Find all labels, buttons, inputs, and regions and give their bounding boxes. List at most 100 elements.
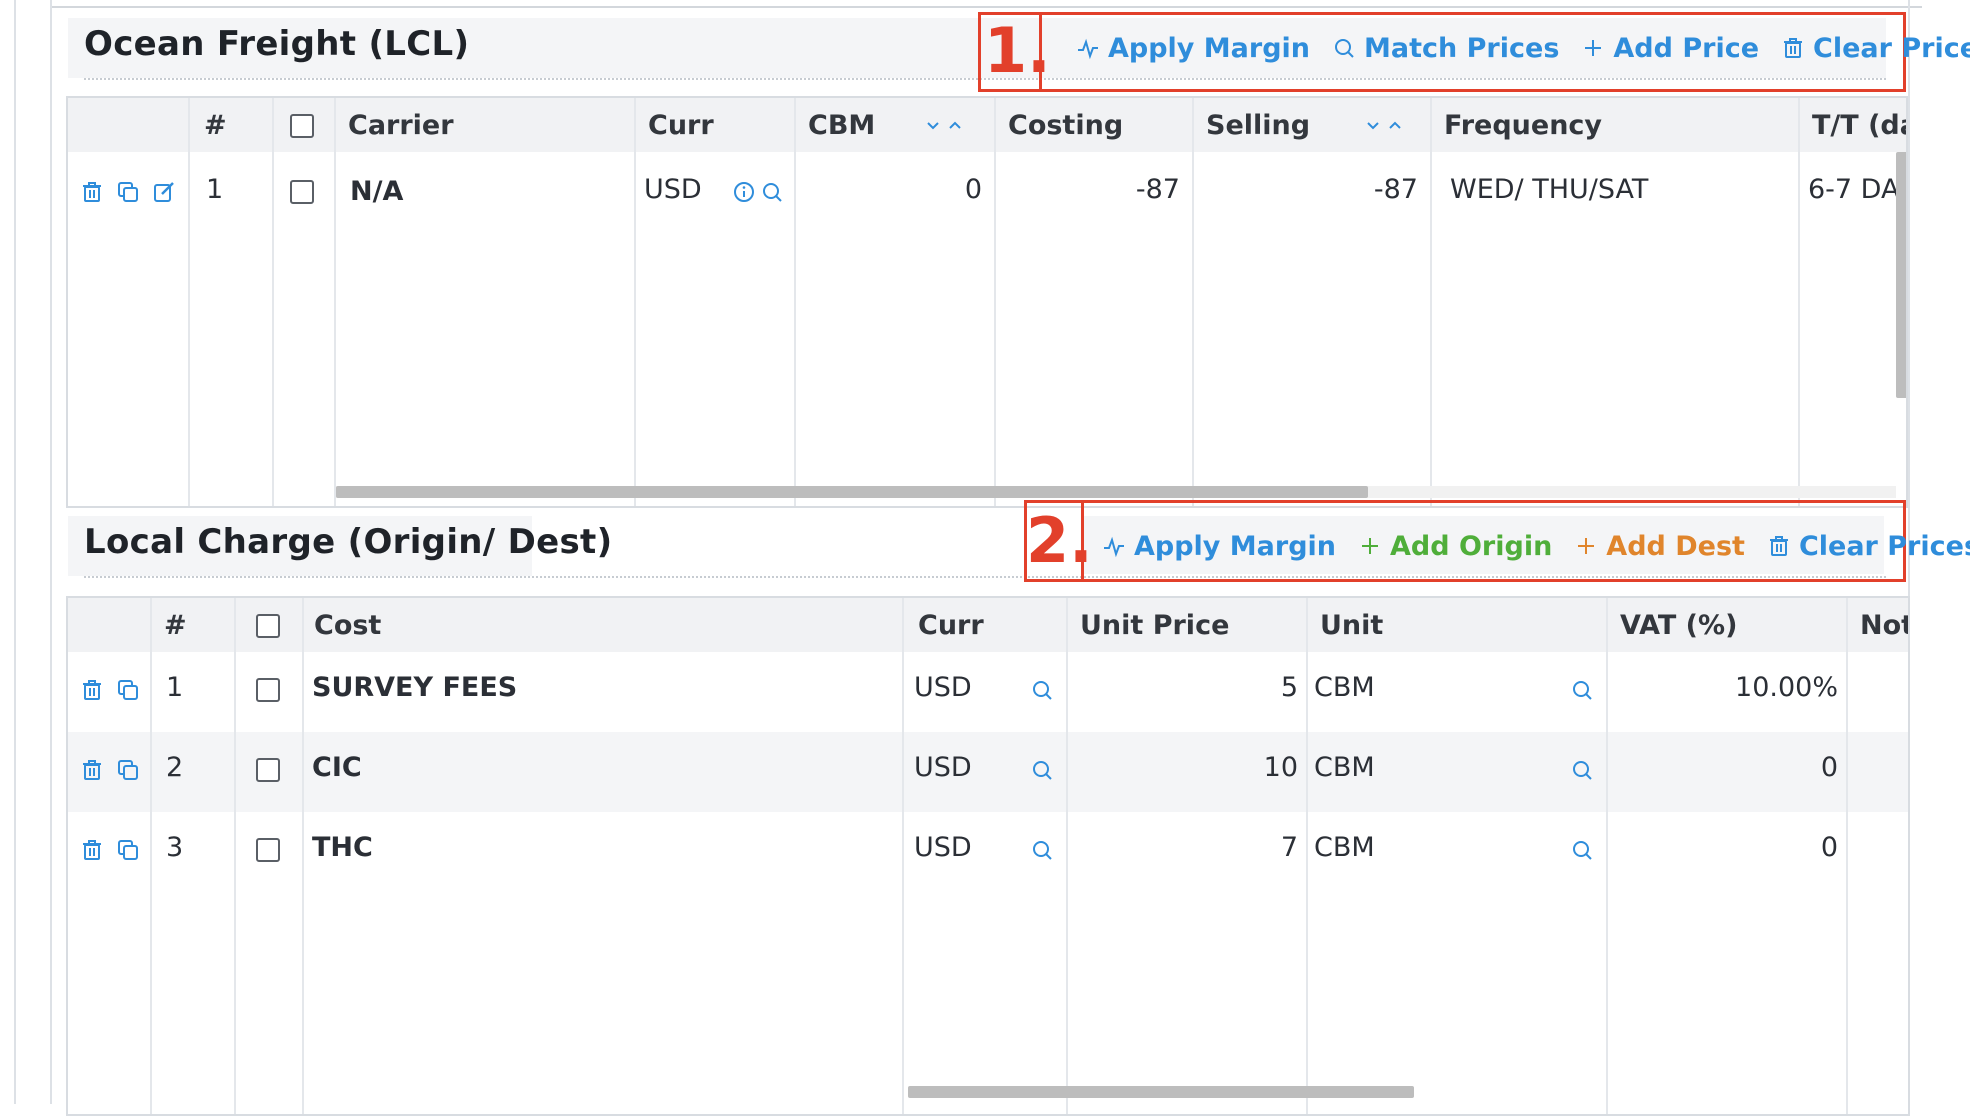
grid-col-divider <box>1846 598 1848 1114</box>
search-icon[interactable] <box>1570 678 1594 702</box>
local-header-num: # <box>164 610 187 641</box>
local-row-num: 3 <box>166 832 184 863</box>
local-header-unit-price[interactable]: Unit Price <box>1080 610 1229 641</box>
ocean-row-costing: -87 <box>1135 174 1180 205</box>
ocean-header-curr[interactable]: Curr <box>648 110 714 141</box>
ocean-vertical-scrollbar[interactable] <box>1896 152 1906 398</box>
ocean-apply-margin-button[interactable]: Apply Margin <box>1076 33 1310 64</box>
delete-row-icon[interactable] <box>80 180 104 204</box>
grid-col-divider <box>1192 98 1194 506</box>
local-add-dest-button[interactable]: Add Dest <box>1574 531 1745 562</box>
local-row-vat[interactable]: 0 <box>1614 752 1838 783</box>
local-select-all-checkbox[interactable] <box>256 614 280 638</box>
local-row-unit-price[interactable]: 7 <box>1074 832 1298 863</box>
left-page-border <box>14 0 16 1104</box>
search-icon[interactable] <box>1570 838 1594 862</box>
ocean-row-num: 1 <box>206 174 224 205</box>
local-row-cost[interactable]: SURVEY FEES <box>312 672 517 703</box>
copy-row-icon[interactable] <box>116 180 140 204</box>
ocean-row-checkbox[interactable] <box>290 180 314 204</box>
grid-col-divider <box>634 98 636 506</box>
ocean-header-selling[interactable]: Selling <box>1206 110 1310 141</box>
ocean-select-all-checkbox[interactable] <box>290 114 314 138</box>
sort-toggle-icon[interactable] <box>1364 116 1404 136</box>
ocean-header-carrier[interactable]: Carrier <box>348 110 454 141</box>
edit-row-icon[interactable] <box>152 180 176 204</box>
delete-row-icon[interactable] <box>80 838 104 862</box>
ocean-row-frequency: WED/ THU/SAT <box>1450 174 1649 205</box>
search-icon[interactable] <box>1030 838 1054 862</box>
ocean-header-cbm[interactable]: CBM <box>808 110 875 141</box>
grid-col-divider <box>794 98 796 506</box>
copy-row-icon[interactable] <box>116 838 140 862</box>
ocean-section-title: Ocean Freight (LCL) <box>84 24 470 64</box>
local-clear-prices-button[interactable]: Clear Prices <box>1767 531 1970 562</box>
local-row-unit: CBM <box>1314 752 1375 783</box>
local-row-cost[interactable]: THC <box>312 832 373 863</box>
ocean-header-tt[interactable]: T/T (days) <box>1812 110 1906 141</box>
local-header-note[interactable]: Note <box>1860 610 1908 641</box>
annotation-marker-1: 1. <box>984 14 1051 87</box>
local-row-vat[interactable]: 10.00% <box>1614 672 1838 703</box>
local-row-curr: USD <box>914 672 972 703</box>
grid-col-divider <box>1066 598 1068 1114</box>
ocean-grid-header <box>68 98 1906 152</box>
left-panel-border <box>50 0 52 1104</box>
local-row-checkbox[interactable] <box>256 838 280 862</box>
copy-row-icon[interactable] <box>116 758 140 782</box>
pulse-icon <box>1104 536 1124 558</box>
local-row-num: 1 <box>166 672 184 703</box>
local-row-unit-price[interactable]: 10 <box>1074 752 1298 783</box>
search-icon[interactable] <box>1030 758 1054 782</box>
ocean-add-price-button[interactable]: Add Price <box>1581 33 1759 64</box>
local-row-checkbox[interactable] <box>256 678 280 702</box>
local-header-vat[interactable]: VAT (%) <box>1620 610 1737 641</box>
local-apply-margin-button[interactable]: Apply Margin <box>1102 531 1336 562</box>
ocean-freight-grid: # Carrier Curr CBM Costing Selling Frequ… <box>66 96 1908 508</box>
local-add-dest-label: Add Dest <box>1606 530 1745 562</box>
local-row-unit: CBM <box>1314 832 1375 863</box>
local-row-curr: USD <box>914 752 972 783</box>
grid-col-divider <box>1306 598 1308 1114</box>
local-header-unit[interactable]: Unit <box>1320 610 1383 641</box>
ocean-row-curr: USD <box>644 174 702 205</box>
local-row-checkbox[interactable] <box>256 758 280 782</box>
ocean-header-frequency[interactable]: Frequency <box>1444 110 1602 141</box>
local-clear-prices-label: Clear Prices <box>1798 530 1970 562</box>
local-row-cost[interactable]: CIC <box>312 752 362 783</box>
ocean-row-carrier[interactable]: N/A <box>350 176 403 207</box>
pulse-icon <box>1078 38 1098 60</box>
ocean-row-cbm[interactable]: 0 <box>804 174 982 205</box>
grid-col-divider <box>302 598 304 1114</box>
local-header-curr[interactable]: Curr <box>918 610 984 641</box>
local-add-origin-label: Add Origin <box>1390 530 1553 562</box>
search-icon[interactable] <box>760 180 784 204</box>
local-row-vat[interactable]: 0 <box>1614 832 1838 863</box>
grid-col-divider <box>1430 98 1432 506</box>
ocean-match-prices-label: Match Prices <box>1364 32 1560 64</box>
copy-row-icon[interactable] <box>116 678 140 702</box>
ocean-action-bar: Apply Margin Match Prices Add Price Clea… <box>1076 28 1970 68</box>
ocean-apply-margin-label: Apply Margin <box>1108 32 1311 64</box>
local-horizontal-scrollbar[interactable] <box>908 1086 1414 1098</box>
info-icon[interactable] <box>732 180 756 204</box>
local-add-origin-button[interactable]: Add Origin <box>1358 531 1552 562</box>
local-row-unit-price[interactable]: 5 <box>1074 672 1298 703</box>
delete-row-icon[interactable] <box>80 758 104 782</box>
local-header-cost[interactable]: Cost <box>314 610 381 641</box>
delete-row-icon[interactable] <box>80 678 104 702</box>
grid-col-divider <box>150 598 152 1114</box>
ocean-row-selling[interactable]: -87 <box>1202 174 1418 205</box>
ocean-horizontal-scrollbar[interactable] <box>336 486 1368 498</box>
plus-icon <box>1362 538 1379 554</box>
search-icon[interactable] <box>1030 678 1054 702</box>
ocean-clear-prices-label: Clear Prices <box>1813 32 1970 64</box>
sort-toggle-icon[interactable] <box>924 116 964 136</box>
search-icon[interactable] <box>1570 758 1594 782</box>
local-section-title: Local Charge (Origin/ Dest) <box>84 522 613 562</box>
ocean-clear-prices-button[interactable]: Clear Prices <box>1781 33 1970 64</box>
top-border <box>50 6 1922 8</box>
grid-col-divider <box>902 598 904 1114</box>
ocean-match-prices-button[interactable]: Match Prices <box>1332 33 1559 64</box>
ocean-header-costing[interactable]: Costing <box>1008 110 1123 141</box>
